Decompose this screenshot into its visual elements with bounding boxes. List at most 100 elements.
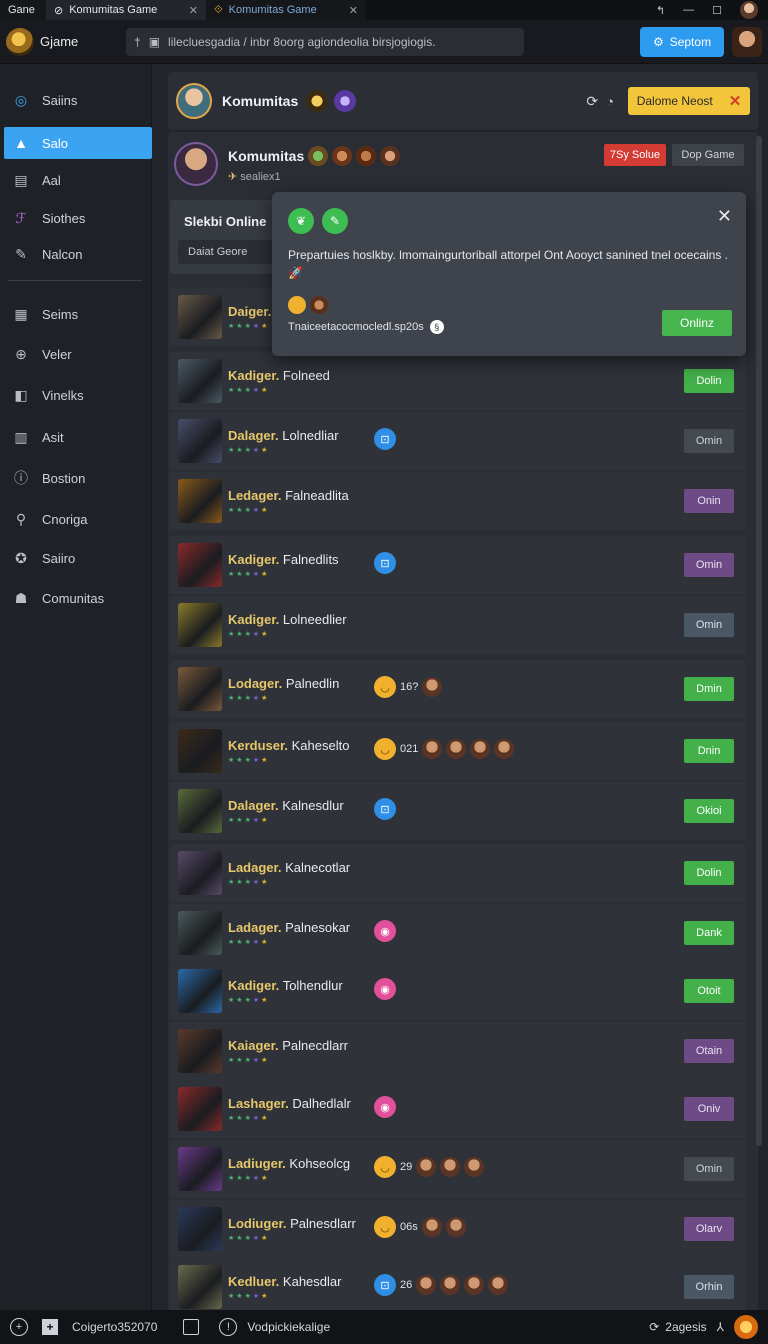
browser-tab-2[interactable]: ⟐ Komumitas Game ✕ (206, 0, 366, 20)
smile-emoji-icon[interactable]: ◡ (374, 1216, 396, 1238)
participant-avatar[interactable] (464, 1157, 485, 1177)
status-button[interactable]: Dnin (684, 739, 734, 763)
game-thumbnail[interactable] (178, 667, 222, 711)
window-icon[interactable] (183, 1319, 200, 1335)
participant-avatar[interactable] (421, 1217, 442, 1237)
game-thumbnail[interactable] (178, 1087, 222, 1131)
sidebar-item-vinelks[interactable]: ◧ Vinelks (4, 379, 152, 411)
close-icon[interactable]: ✕ (729, 92, 742, 110)
participant-avatar[interactable] (446, 739, 467, 759)
dalome-neost-button[interactable]: Dalome Neost ✕ (628, 87, 750, 115)
game-thumbnail[interactable] (178, 359, 222, 403)
solue-button[interactable]: 7Sy Solue (604, 144, 666, 166)
sidebar-item-saiiro[interactable]: ✪ Saiiro (4, 542, 152, 574)
participant-avatar[interactable] (416, 1157, 437, 1177)
septom-button[interactable]: ⚙ Septom (640, 26, 724, 57)
pink-badge-icon[interactable]: ◉ (374, 978, 396, 1000)
sidebar-item-saiins[interactable]: ◎ Saiins (4, 84, 152, 116)
plus-square-icon[interactable]: + (42, 1319, 58, 1335)
status-button[interactable]: Dolin (684, 861, 734, 885)
status-button[interactable]: Otoit (684, 979, 734, 1003)
close-icon[interactable]: ✕ (717, 206, 732, 227)
add-icon[interactable]: + (10, 1318, 28, 1336)
participant-avatar[interactable] (464, 1275, 485, 1295)
status-button[interactable]: Dolin (684, 369, 734, 393)
game-thumbnail[interactable] (178, 419, 222, 463)
list-item[interactable]: Dalager. Kalnesdlur ★★★★★ ⊡ Okioi (170, 782, 746, 840)
status-button[interactable]: Okioi (684, 799, 734, 823)
refresh-icon[interactable]: ⟳ (649, 1320, 659, 1334)
participant-avatar[interactable] (422, 677, 443, 697)
list-item[interactable]: Lodager. Palnedlin ★★★★★ ◡ 16? Dmin (170, 660, 746, 718)
game-thumbnail[interactable] (178, 789, 222, 833)
smile-emoji-icon[interactable]: ◡ (374, 1156, 396, 1178)
list-item[interactable]: Ledager. Falneadlita ★★★★★ Onin (170, 472, 746, 530)
participant-avatar[interactable] (422, 739, 443, 759)
game-thumbnail[interactable] (178, 1265, 222, 1309)
list-item[interactable]: Ladager. Kalnecotlar ★★★★★ Dolin (170, 844, 746, 902)
status-button[interactable]: Oniv (684, 1097, 734, 1121)
pink-badge-icon[interactable]: ◉ (374, 1096, 396, 1118)
list-item[interactable]: Dalager. Lolnedliar ★★★★★ ⊡ Omin (170, 412, 746, 470)
status-button[interactable]: Otain (684, 1039, 734, 1063)
close-tab-icon[interactable]: ✕ (349, 4, 358, 17)
window-avatar[interactable] (740, 1, 758, 19)
sidebar-item-salo[interactable]: ▲ Salo (4, 127, 152, 159)
participant-avatar[interactable] (416, 1275, 437, 1295)
genre-select[interactable]: Daiat Geore (178, 240, 274, 264)
address-bar[interactable]: † ▣ lilecluesgadia / inbr 8oorg agiondeo… (126, 27, 524, 56)
game-thumbnail[interactable] (178, 295, 222, 339)
maximize-icon[interactable]: ☐ (712, 4, 722, 17)
game-thumbnail[interactable] (178, 911, 222, 955)
list-item[interactable]: Ladiuger. Kohseolcg ★★★★★ ◡ 29 Omin (170, 1140, 746, 1198)
status-button[interactable]: Dank (684, 921, 734, 945)
game-thumbnail[interactable] (178, 1147, 222, 1191)
participant-avatar[interactable] (440, 1157, 461, 1177)
minimize-icon[interactable]: — (683, 4, 694, 16)
blue-badge-icon[interactable]: ⊡ (374, 552, 396, 574)
back-icon[interactable]: ↰ (656, 4, 665, 17)
list-item[interactable]: Kadiger. Falnedlits ★★★★★ ⊡ Omin (170, 536, 746, 594)
list-item[interactable]: Kaiager. Palnecdlarr ★★★★★ Otain (170, 1022, 746, 1080)
fire-avatar-icon[interactable] (734, 1315, 758, 1339)
status-button[interactable]: Dmin (684, 677, 734, 701)
sidebar-item-seims[interactable]: ▦ Seims (4, 298, 152, 330)
sidebar-item-bostion[interactable]: ⓘ Bostion (4, 462, 152, 494)
participant-avatar[interactable] (445, 1217, 466, 1237)
game-thumbnail[interactable] (178, 969, 222, 1013)
game-thumbnail[interactable] (178, 1207, 222, 1251)
participant-avatar[interactable] (488, 1275, 509, 1295)
game-thumbnail[interactable] (178, 729, 222, 773)
sidebar-item-siothes[interactable]: ℱ Siothes (4, 202, 152, 234)
sidebar-item-aal[interactable]: ▤ Aal (4, 164, 152, 196)
expand-icon[interactable]: ⅄ (717, 1320, 724, 1334)
scrollbar[interactable] (756, 136, 762, 1146)
game-thumbnail[interactable] (178, 543, 222, 587)
list-item[interactable]: Kadiger. Tolhendlur ★★★★★ ◉ Otoit (170, 962, 746, 1020)
game-thumbnail[interactable] (178, 479, 222, 523)
blue-badge-icon[interactable]: ⊡ (374, 798, 396, 820)
list-item[interactable]: Lashager. Dalhedlalr ★★★★★ ◉ Oniv (170, 1080, 746, 1138)
smile-emoji-icon[interactable]: ◡ (374, 676, 396, 698)
dop-game-button[interactable]: Dop Game (672, 144, 744, 166)
list-item[interactable]: Lodiuger. Palnesdlarr ★★★★★ ◡ 06s Olarv (170, 1200, 746, 1258)
game-thumbnail[interactable] (178, 851, 222, 895)
community-avatar[interactable] (176, 83, 212, 119)
status-button[interactable]: Omin (684, 429, 734, 453)
list-item[interactable]: Kedluer. Kahesdlar ★★★★★ ⊡ 26 Orhin (170, 1258, 746, 1316)
user-avatar[interactable] (732, 26, 762, 57)
list-item[interactable]: Kadiger. Folneed ★★★★★ Dolin (170, 352, 746, 410)
sidebar-item-cnoriga[interactable]: ⚲ Cnoriga (4, 503, 152, 535)
status-button[interactable]: Omin (684, 553, 734, 577)
participant-avatar[interactable] (440, 1275, 461, 1295)
sidebar-item-asit[interactable]: ▥ Asit (4, 421, 152, 453)
participant-avatar[interactable] (470, 739, 491, 759)
close-tab-icon[interactable]: ✕ (189, 4, 198, 17)
online-button[interactable]: Onlinz (662, 310, 732, 336)
status-button[interactable]: Omin (684, 1157, 734, 1181)
participant-avatar[interactable] (494, 739, 515, 759)
status-button[interactable]: Orhin (684, 1275, 734, 1299)
list-item[interactable]: Ladager. Palnesokar ★★★★★ ◉ Dank (170, 904, 746, 962)
profile-avatar[interactable] (174, 142, 218, 186)
clock-icon[interactable]: ! (219, 1318, 238, 1336)
